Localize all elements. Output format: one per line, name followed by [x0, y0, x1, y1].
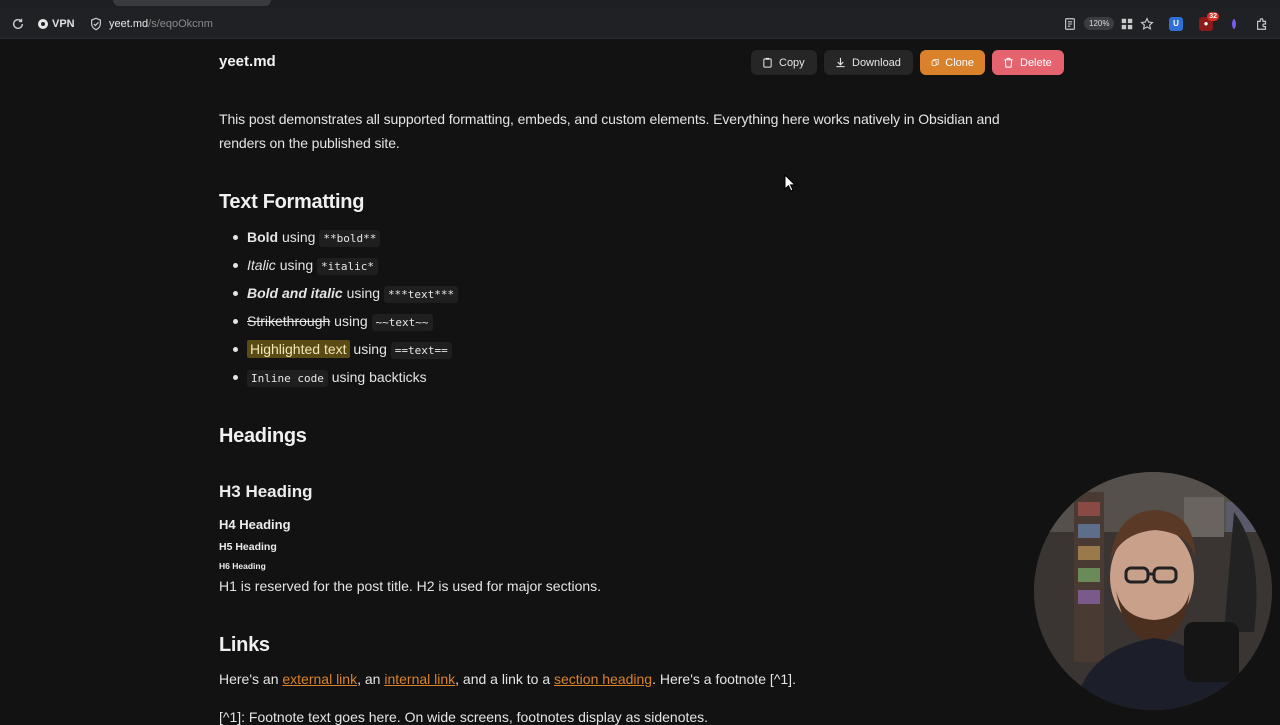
h6-example: H6 Heading	[219, 561, 266, 571]
text: . Here's a footnote [^1].	[652, 671, 796, 687]
formatting-list: Bold using **bold** Italic using *italic…	[219, 225, 459, 393]
zoom-level: 120%	[1084, 17, 1115, 30]
bookmark-star-icon[interactable]	[1140, 9, 1154, 38]
extension-shield-icon[interactable]: U	[1169, 9, 1183, 38]
vpn-indicator[interactable]: VPN	[38, 9, 75, 38]
mouse-cursor-icon	[784, 174, 796, 192]
section-heading-text-formatting: Text Formatting	[219, 191, 365, 213]
post-actions: Copy Download Clone Delete	[751, 50, 1064, 75]
using-text: using backticks	[331, 369, 427, 385]
reader-mode-icon[interactable]	[1063, 9, 1077, 38]
footnote-text: [^1]: Footnote text goes here. On wide s…	[219, 709, 709, 725]
section-heading-headings: Headings	[219, 425, 307, 447]
url-host: yeet.md	[109, 17, 149, 30]
inline-code: ***text***	[383, 286, 459, 303]
copy-button[interactable]: Copy	[751, 50, 817, 75]
inline-code: ~~text~~	[371, 314, 433, 331]
site-title[interactable]: yeet.md	[219, 53, 276, 70]
extension-ai-icon[interactable]	[1227, 9, 1241, 38]
list-item: Strikethrough using ~~text~~	[232, 309, 458, 337]
links-paragraph: Here's an external link, an internal lin…	[219, 669, 796, 689]
active-tab[interactable]	[113, 0, 271, 6]
using-text: using	[346, 285, 381, 301]
clone-label: Clone	[945, 56, 974, 69]
vpn-icon	[38, 18, 48, 29]
strikethrough-example: Strikethrough	[247, 313, 331, 329]
internal-link[interactable]: internal link	[384, 671, 455, 687]
browser-toolbar: VPN yeet.md/s/eqoOkcnm 120% U ● 32	[0, 9, 1280, 39]
clone-button[interactable]: Clone	[920, 50, 985, 75]
headings-note: H1 is reserved for the post title. H2 is…	[219, 578, 602, 594]
delete-label: Delete	[1020, 56, 1052, 69]
h5-example: H5 Heading	[219, 541, 277, 553]
download-button[interactable]: Download	[824, 50, 913, 75]
post-intro: This post demonstrates all supported for…	[219, 111, 1000, 151]
clone-icon	[931, 59, 939, 66]
reload-icon[interactable]	[11, 9, 25, 38]
post-body: This post demonstrates all supported for…	[219, 107, 1049, 725]
delete-button[interactable]: Delete	[992, 50, 1064, 75]
apps-grid-icon[interactable]	[1120, 9, 1134, 38]
external-link[interactable]: external link	[282, 671, 357, 687]
extension-badge: 32	[1207, 11, 1219, 21]
using-text: using	[334, 313, 368, 329]
list-item: Italic using *italic*	[232, 253, 458, 281]
vpn-label: VPN	[52, 17, 75, 30]
inline-code: **bold**	[319, 230, 381, 247]
site-security-icon[interactable]	[89, 17, 103, 31]
url-path: /s/eqoOkcnm	[148, 17, 213, 30]
using-text: using	[282, 229, 316, 245]
highlight-example: Highlighted text	[247, 340, 350, 358]
inline-code: ==text==	[390, 342, 452, 359]
bold-example: Bold	[247, 229, 279, 245]
text: , an	[357, 671, 381, 687]
list-item: Bold and italic using ***text***	[232, 281, 459, 309]
using-text: using	[353, 341, 387, 357]
italic-example: Italic	[247, 257, 276, 273]
section-heading-link[interactable]: section heading	[554, 671, 652, 687]
copy-label: Copy	[779, 56, 805, 69]
download-icon	[836, 57, 845, 68]
webcam-overlay	[1034, 472, 1272, 710]
text: Here's an	[219, 671, 279, 687]
tab-strip	[0, 0, 1280, 9]
zoom-indicator[interactable]: 120%	[1084, 9, 1115, 38]
download-label: Download	[852, 56, 901, 69]
h4-example: H4 Heading	[219, 517, 291, 532]
inline-code-example: Inline code	[247, 370, 328, 387]
trash-icon	[1004, 57, 1013, 68]
extensions-puzzle-icon[interactable]	[1255, 9, 1269, 38]
clipboard-icon	[763, 57, 772, 68]
list-item: Bold using **bold**	[232, 225, 458, 253]
bold-italic-example: Bold and italic	[247, 285, 343, 301]
extension-notifications-icon[interactable]: ● 32	[1199, 9, 1219, 38]
address-bar[interactable]: yeet.md/s/eqoOkcnm	[89, 9, 213, 38]
list-item: Inline code using backticks	[232, 365, 458, 393]
section-heading-links: Links	[219, 634, 270, 656]
text: , and a link to a	[455, 671, 551, 687]
list-item: Highlighted text using ==text==	[232, 337, 458, 365]
using-text: using	[279, 257, 314, 273]
inline-code: *italic*	[317, 258, 379, 275]
h3-example: H3 Heading	[219, 482, 313, 501]
